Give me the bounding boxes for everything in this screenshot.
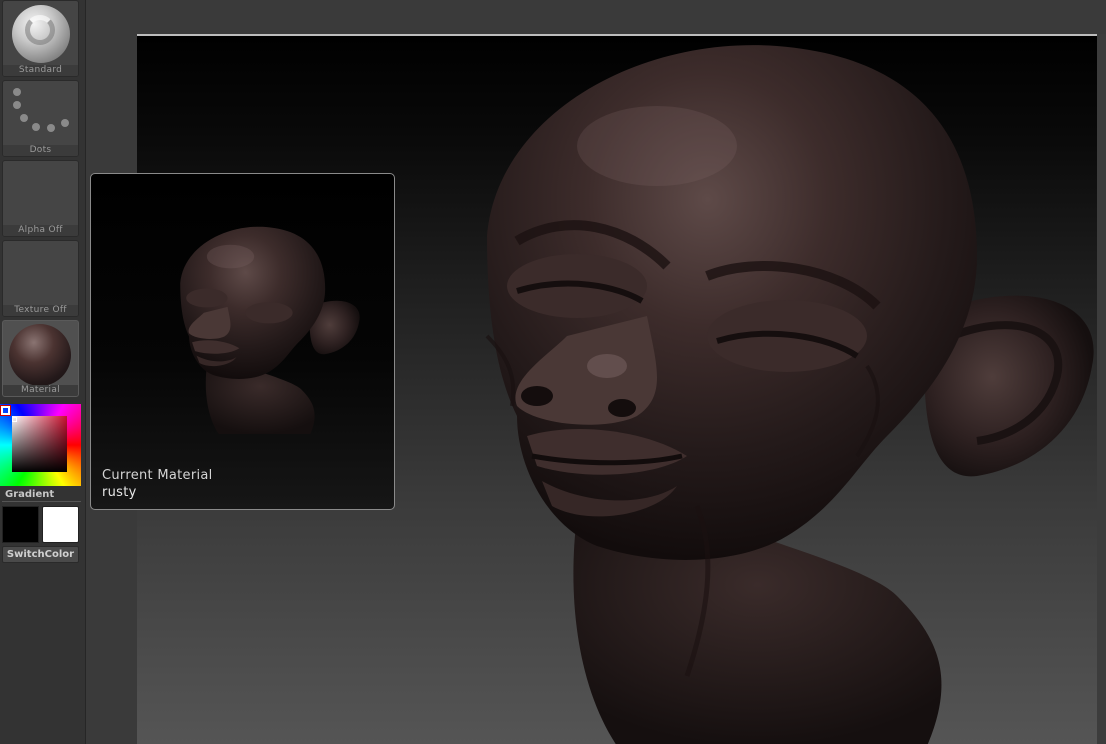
material-tooltip-popup: Current Material rusty (90, 173, 395, 510)
tooltip-title: Current Material (102, 468, 213, 483)
alpha-label: Alpha Off (3, 225, 78, 236)
tool-shelf: Standard Dots Alpha Off Texture Off Mate… (0, 0, 86, 744)
material-preview-image (180, 226, 360, 434)
material-sphere-icon (9, 324, 71, 386)
switch-color-button[interactable]: SwitchColor (2, 546, 79, 563)
color-saturation-square[interactable] (12, 416, 67, 472)
brush-label: Standard (3, 65, 78, 76)
material-label: Material (3, 385, 78, 396)
texture-selector[interactable]: Texture Off (2, 240, 79, 317)
gradient-toggle[interactable]: Gradient (2, 488, 81, 502)
material-selector[interactable]: Material (2, 320, 79, 397)
right-edge-strip (1097, 34, 1106, 744)
texture-thumbnail (3, 241, 78, 307)
top-toolbar-area (86, 0, 1106, 34)
dots-stroke-icon (3, 81, 78, 147)
color-picker[interactable] (0, 404, 81, 486)
secondary-color-swatch[interactable] (2, 506, 39, 543)
main-color-swatch[interactable] (42, 506, 79, 543)
brush-selector[interactable]: Standard (2, 0, 79, 77)
hue-marker[interactable] (0, 405, 11, 416)
brush-thumbnail (3, 1, 78, 67)
alpha-selector[interactable]: Alpha Off (2, 160, 79, 237)
stroke-label: Dots (3, 145, 78, 156)
sculpted-head-model (485, 45, 1094, 744)
stroke-selector[interactable]: Dots (2, 80, 79, 157)
saturation-marker[interactable] (12, 417, 17, 422)
tooltip-material-name: rusty (102, 485, 137, 500)
material-thumbnail (3, 321, 78, 387)
alpha-thumbnail (3, 161, 78, 227)
texture-label: Texture Off (3, 305, 78, 316)
